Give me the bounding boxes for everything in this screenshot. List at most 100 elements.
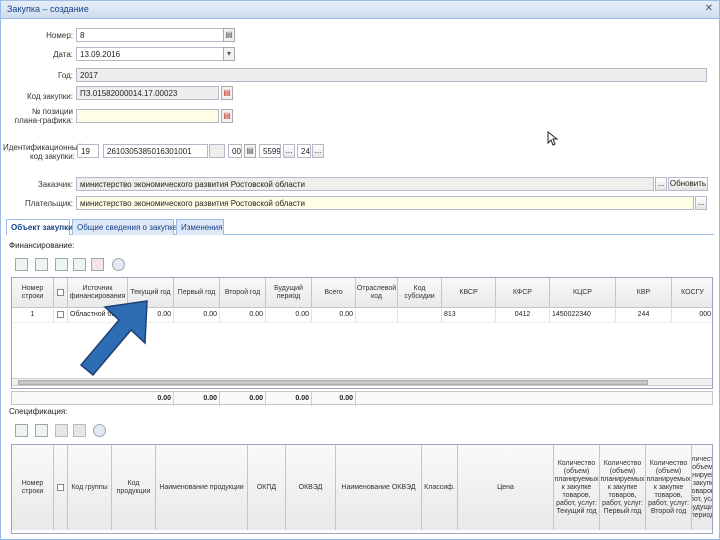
- duplicate-icon[interactable]: [73, 258, 86, 271]
- lookup-button[interactable]: ...: [283, 144, 295, 158]
- number-label: Номер:: [46, 31, 73, 40]
- totals-row: 0.00 0.00 0.00 0.00 0.00: [11, 391, 713, 406]
- col-header[interactable]: ОКПД: [248, 445, 286, 530]
- settings-icon[interactable]: [112, 258, 125, 271]
- lookup-button[interactable]: ...: [312, 144, 324, 158]
- col-header[interactable]: Код субсидии: [398, 278, 442, 308]
- code-field: ПЗ.01582000014.17.00023: [76, 86, 219, 100]
- tab-purchase-object[interactable]: Объект закупки: [6, 219, 73, 235]
- document-icon[interactable]: ▤: [244, 144, 256, 158]
- col-header-checkbox[interactable]: [54, 278, 68, 308]
- col-header[interactable]: Классиф.: [422, 445, 458, 530]
- select-all-checkbox[interactable]: [57, 289, 64, 296]
- lookup-button[interactable]: ...: [695, 196, 707, 210]
- cell-row-number: 1: [12, 309, 54, 322]
- ikz-part4-field[interactable]: 000: [228, 144, 242, 158]
- settings-icon[interactable]: [93, 424, 106, 437]
- total-future: 0.00: [266, 392, 312, 406]
- edit-icon[interactable]: [15, 424, 28, 437]
- total-current-year: 0.00: [128, 392, 174, 406]
- close-icon[interactable]: ✕: [705, 3, 713, 14]
- tab-changes[interactable]: Изменения: [176, 219, 224, 235]
- col-header[interactable]: ОКВЭД: [286, 445, 336, 530]
- col-header[interactable]: Количество (объем) планируемых к закупке…: [646, 445, 692, 530]
- col-header[interactable]: Код группы: [68, 445, 112, 530]
- ikz-part6-field[interactable]: 244: [297, 144, 311, 158]
- row-checkbox-cell[interactable]: [54, 309, 68, 322]
- col-header[interactable]: Номер строки: [12, 278, 54, 308]
- duplicate-icon: [73, 424, 86, 437]
- col-header[interactable]: Номер строки: [12, 445, 54, 530]
- edit-icon[interactable]: [15, 258, 28, 271]
- mouse-cursor-icon: [547, 131, 559, 146]
- col-header[interactable]: Цена: [458, 445, 554, 530]
- col-header[interactable]: Будущий период: [266, 278, 312, 308]
- total-first-year: 0.00: [174, 392, 220, 406]
- annotation-arrow-icon: [79, 300, 148, 377]
- window-title: Закупка – создание: [7, 4, 89, 14]
- pdf-document-icon[interactable]: ▤: [221, 109, 233, 123]
- col-header[interactable]: Отраслевой код: [356, 278, 398, 308]
- add-icon[interactable]: [35, 424, 48, 437]
- cell-kosgu: 000: [672, 309, 712, 322]
- copy-icon[interactable]: [55, 258, 68, 271]
- col-header[interactable]: Количество (объем) планируемых к закупке…: [600, 445, 646, 530]
- col-header[interactable]: Количество (объем) планируемых к закупке…: [554, 445, 600, 530]
- year-field: 2017: [76, 68, 707, 82]
- cell-industry-code: [356, 309, 398, 322]
- cell-subsidy-code: [398, 309, 442, 322]
- cell-total: 0.00: [312, 309, 356, 322]
- cell-kvr: 244: [616, 309, 672, 322]
- date-label: Дата:: [53, 50, 73, 59]
- col-header[interactable]: КВР: [616, 278, 672, 308]
- select-all-checkbox[interactable]: [57, 484, 64, 491]
- col-header[interactable]: Второй год: [220, 278, 266, 308]
- col-header[interactable]: Первый год: [174, 278, 220, 308]
- date-field[interactable]: 13.09.2016: [76, 47, 224, 61]
- tab-strip: Объект закупки Общие сведения о закупке …: [6, 219, 714, 235]
- number-field[interactable]: 8: [76, 28, 224, 42]
- col-header-checkbox[interactable]: [54, 445, 68, 530]
- col-header[interactable]: КВСР: [442, 278, 496, 308]
- col-header[interactable]: Количество (объем) планируемых к закупке…: [692, 445, 712, 530]
- ikz-year-select[interactable]: 19: [77, 144, 99, 158]
- col-header[interactable]: Код продукции: [112, 445, 156, 530]
- refresh-button[interactable]: Обновить: [668, 177, 708, 191]
- window-titlebar: Закупка – создание ✕: [1, 1, 719, 19]
- spec-title: Спецификация:: [9, 407, 68, 416]
- plan-field[interactable]: [76, 109, 219, 123]
- row-checkbox[interactable]: [57, 311, 64, 318]
- add-icon[interactable]: [35, 258, 48, 271]
- col-header[interactable]: Наименование ОКВЭД: [336, 445, 422, 530]
- col-header[interactable]: КЦСР: [550, 278, 616, 308]
- col-header[interactable]: КФСР: [496, 278, 550, 308]
- payer-label: Плательщик:: [24, 199, 73, 208]
- ikz-inn-field[interactable]: 2610305385016301001: [103, 144, 208, 158]
- cell-second-year: 0.00: [220, 309, 266, 322]
- ikz-part5-field[interactable]: 5599: [259, 144, 281, 158]
- customer-label: Заказчик:: [37, 180, 73, 189]
- total-all: 0.00: [312, 392, 356, 406]
- pdf-document-icon[interactable]: ▤: [221, 86, 233, 100]
- lookup-button[interactable]: ...: [655, 177, 667, 191]
- plan-label: № позиции плана-графика:: [14, 107, 73, 125]
- specification-grid: Номер строки Код группы Код продукции На…: [11, 444, 713, 534]
- ikz-part3-field: [209, 144, 225, 158]
- financing-title: Финансирование:: [9, 241, 75, 250]
- tab-general-info[interactable]: Общие сведения о закупке: [72, 219, 177, 235]
- cell-kcsr: 1450022340: [550, 309, 616, 322]
- payer-field[interactable]: министерство экономического развития Рос…: [76, 196, 694, 210]
- code-label: Код закупки:: [26, 92, 73, 101]
- cell-kfsr: 0412: [496, 309, 550, 322]
- customer-field: министерство экономического развития Рос…: [76, 177, 654, 191]
- purchase-create-window: Закупка – создание ✕ Номер: 8 ▤ Дата: 13…: [0, 0, 720, 540]
- col-header[interactable]: КОСГУ: [672, 278, 712, 308]
- calendar-icon[interactable]: ▾: [223, 47, 235, 61]
- ikz-label: Идентификационный код закупки:: [3, 143, 83, 161]
- cell-future: 0.00: [266, 309, 312, 322]
- col-header[interactable]: Всего: [312, 278, 356, 308]
- document-icon[interactable]: ▤: [223, 28, 235, 42]
- year-label: Год:: [58, 71, 73, 80]
- delete-icon[interactable]: [91, 258, 104, 271]
- col-header[interactable]: Наименование продукции: [156, 445, 248, 530]
